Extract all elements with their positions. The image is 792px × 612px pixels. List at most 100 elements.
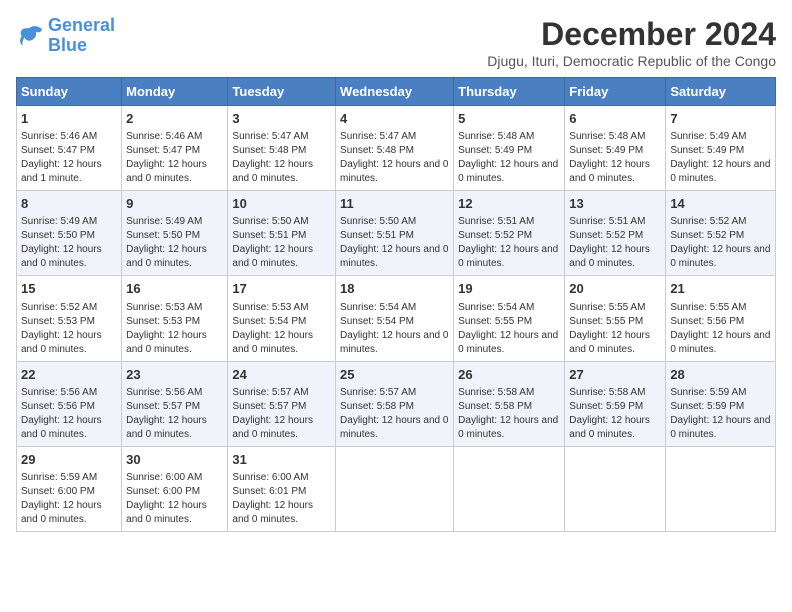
sunrise-text: Sunrise: 5:55 AM [569,302,645,313]
logo-line1: General [48,15,115,35]
sunset-text: Sunset: 5:52 PM [670,230,744,241]
sunrise-text: Sunrise: 5:58 AM [569,387,645,398]
sunrise-text: Sunrise: 5:59 AM [21,472,97,483]
sunset-text: Sunset: 5:50 PM [126,230,200,241]
calendar-cell: 14Sunrise: 5:52 AMSunset: 5:52 PMDayligh… [666,191,776,276]
day-number: 11 [340,195,449,213]
daylight-label: Daylight: [21,415,63,426]
sunset-text: Sunset: 5:58 PM [340,401,414,412]
day-number: 2 [126,110,223,128]
sunset-text: Sunset: 5:49 PM [458,145,532,156]
calendar-cell [454,446,565,531]
sunrise-text: Sunrise: 5:47 AM [340,131,416,142]
daylight-label: Daylight: [458,244,500,255]
day-number: 6 [569,110,661,128]
logo: General Blue [16,16,115,56]
sunrise-text: Sunrise: 5:56 AM [21,387,97,398]
sunset-text: Sunset: 5:57 PM [126,401,200,412]
sunset-text: Sunset: 5:53 PM [21,316,95,327]
sunrise-text: Sunrise: 5:47 AM [232,131,308,142]
sunset-text: Sunset: 5:48 PM [232,145,306,156]
day-number: 22 [21,366,117,384]
day-number: 21 [670,280,771,298]
daylight-label: Daylight: [126,244,168,255]
daylight-label: Daylight: [670,159,712,170]
day-number: 16 [126,280,223,298]
calendar-table: SundayMondayTuesdayWednesdayThursdayFrid… [16,77,776,532]
sunset-text: Sunset: 5:54 PM [232,316,306,327]
daylight-label: Daylight: [21,244,63,255]
daylight-label: Daylight: [340,159,382,170]
sunrise-text: Sunrise: 5:49 AM [21,216,97,227]
day-number: 23 [126,366,223,384]
calendar-cell: 25Sunrise: 5:57 AMSunset: 5:58 PMDayligh… [336,361,454,446]
daylight-label: Daylight: [340,415,382,426]
calendar-cell: 2Sunrise: 5:46 AMSunset: 5:47 PMDaylight… [122,106,228,191]
calendar-cell: 6Sunrise: 5:48 AMSunset: 5:49 PMDaylight… [565,106,666,191]
daylight-label: Daylight: [569,159,611,170]
calendar-cell: 18Sunrise: 5:54 AMSunset: 5:54 PMDayligh… [336,276,454,361]
sunset-text: Sunset: 5:56 PM [670,316,744,327]
logo-line2: Blue [48,35,87,55]
day-number: 12 [458,195,560,213]
sunset-text: Sunset: 5:48 PM [340,145,414,156]
calendar-cell: 29 Sunrise: 5:59 AM Sunset: 6:00 PM Dayligh… [17,446,122,531]
calendar-body: 1Sunrise: 5:46 AMSunset: 5:47 PMDaylight… [17,106,776,532]
sunset-text: Sunset: 5:49 PM [670,145,744,156]
sunset-text: Sunset: 5:59 PM [569,401,643,412]
calendar-cell: 27Sunrise: 5:58 AMSunset: 5:59 PMDayligh… [565,361,666,446]
calendar-cell: 24 Sunrise: 5:57 AM Sunset: 5:57 PM Dayligh… [228,361,336,446]
header-tuesday: Tuesday [228,78,336,106]
daylight-label: Daylight: [21,500,63,511]
day-number: 3 [232,110,331,128]
sunset-text: Sunset: 6:01 PM [232,486,306,497]
logo-bird-icon [16,22,44,50]
calendar-cell: 11Sunrise: 5:50 AMSunset: 5:51 PMDayligh… [336,191,454,276]
day-number: 8 [21,195,117,213]
daylight-label: Daylight: [21,330,63,341]
calendar-cell: 12Sunrise: 5:51 AMSunset: 5:52 PMDayligh… [454,191,565,276]
sunrise-text: Sunrise: 5:46 AM [126,131,202,142]
sunset-text: Sunset: 5:55 PM [458,316,532,327]
day-number: 25 [340,366,449,384]
daylight-label: Daylight: [569,244,611,255]
sunset-text: Sunset: 5:53 PM [126,316,200,327]
day-number: 18 [340,280,449,298]
day-number: 15 [21,280,117,298]
sunset-text: Sunset: 5:57 PM [232,401,306,412]
daylight-label: Daylight: [126,415,168,426]
sunrise-text: Sunrise: 5:52 AM [670,216,746,227]
day-number: 24 [232,366,331,384]
header-thursday: Thursday [454,78,565,106]
daylight-label: Daylight: [569,415,611,426]
week-row-5: 29 Sunrise: 5:59 AM Sunset: 6:00 PM Dayligh… [17,446,776,531]
daylight-label: Daylight: [340,244,382,255]
day-number: 31 [232,451,331,469]
calendar-cell: 22Sunrise: 5:56 AMSunset: 5:56 PMDayligh… [17,361,122,446]
header-sunday: Sunday [17,78,122,106]
daylight-label: Daylight: [232,415,274,426]
sunset-text: Sunset: 6:00 PM [126,486,200,497]
sunset-text: Sunset: 5:55 PM [569,316,643,327]
day-number: 29 [21,451,117,469]
calendar-cell: 1Sunrise: 5:46 AMSunset: 5:47 PMDaylight… [17,106,122,191]
calendar-cell: 19Sunrise: 5:54 AMSunset: 5:55 PMDayligh… [454,276,565,361]
sunset-text: Sunset: 5:49 PM [569,145,643,156]
week-row-2: 8 Sunrise: 5:49 AM Sunset: 5:50 PM Daylight… [17,191,776,276]
day-number: 5 [458,110,560,128]
week-row-3: 15Sunrise: 5:52 AMSunset: 5:53 PMDayligh… [17,276,776,361]
calendar-cell: 17Sunrise: 5:53 AMSunset: 5:54 PMDayligh… [228,276,336,361]
calendar-cell: 8Sunrise: 5:49 AMSunset: 5:50 PMDaylight… [17,191,122,276]
sunset-text: Sunset: 5:52 PM [458,230,532,241]
sunrise-text: Sunrise: 5:53 AM [232,302,308,313]
week-row-4: 22Sunrise: 5:56 AMSunset: 5:56 PMDayligh… [17,361,776,446]
logo-text: General Blue [48,16,115,56]
daylight-label: Daylight: [670,330,712,341]
sunrise-text: Sunrise: 5:56 AM [126,387,202,398]
week-row-1: 1Sunrise: 5:46 AMSunset: 5:47 PMDaylight… [17,106,776,191]
sunset-text: Sunset: 6:00 PM [21,486,95,497]
sunrise-text: Sunrise: 5:57 AM [232,387,308,398]
month-title: December 2024 [487,16,776,53]
calendar-cell: 9Sunrise: 5:49 AMSunset: 5:50 PMDaylight… [122,191,228,276]
header-saturday: Saturday [666,78,776,106]
